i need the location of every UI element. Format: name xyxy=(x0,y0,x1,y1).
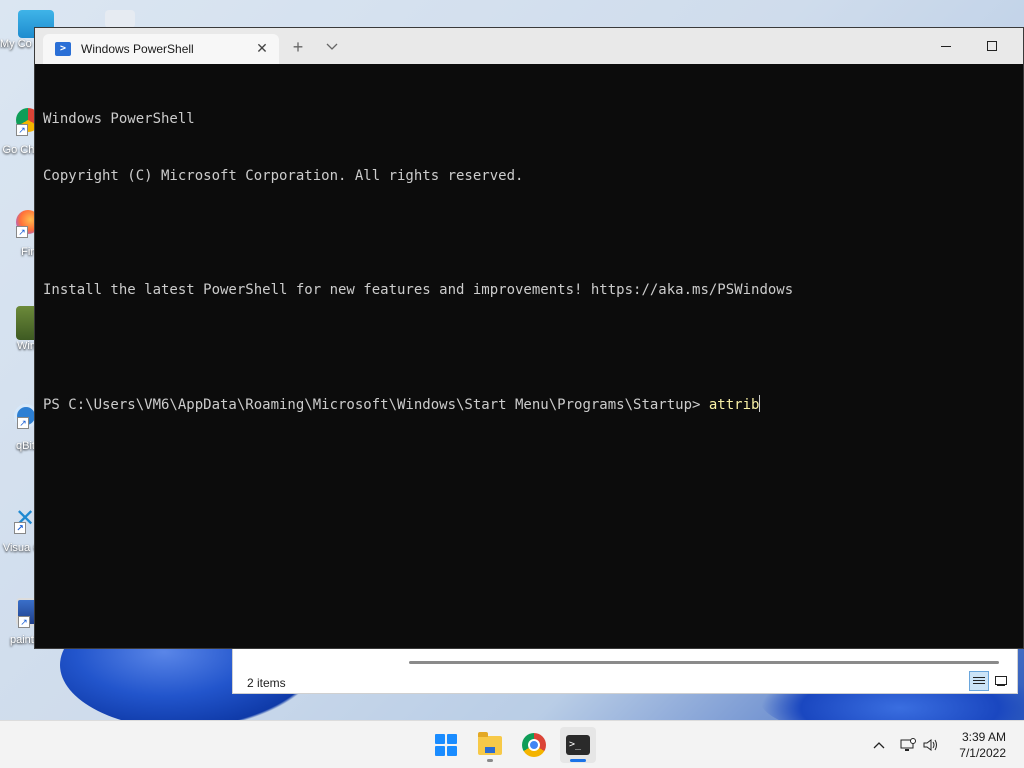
system-tray xyxy=(868,721,942,768)
details-view-button[interactable] xyxy=(969,671,989,691)
vscode-icon: ✕ ↗ xyxy=(14,505,36,534)
shortcut-arrow-icon: ↗ xyxy=(16,124,28,136)
details-view-icon xyxy=(973,677,985,684)
shortcut-arrow-icon: ↗ xyxy=(14,522,26,534)
file-explorer-taskbar-button[interactable] xyxy=(472,727,508,763)
tab-windows-powershell[interactable]: > Windows PowerShell ✕ xyxy=(43,34,279,64)
powershell-icon: > xyxy=(55,42,71,56)
console-output[interactable]: Windows PowerShell Copyright (C) Microso… xyxy=(43,72,1015,640)
explorer-status-text: 2 items xyxy=(247,676,286,690)
tab-title: Windows PowerShell xyxy=(81,42,194,56)
minimize-button[interactable] xyxy=(923,28,969,64)
shortcut-arrow-icon: ↗ xyxy=(16,226,28,238)
chrome-taskbar-button[interactable] xyxy=(516,727,552,763)
chevron-up-icon xyxy=(873,742,885,749)
maximize-icon xyxy=(987,41,997,51)
command-input[interactable]: attrib xyxy=(709,397,760,413)
title-bar[interactable]: > Windows PowerShell ✕ + xyxy=(35,28,1023,64)
prompt-text: PS C:\Users\VM6\AppData\Roaming\Microsof… xyxy=(43,397,709,413)
file-icon xyxy=(105,10,135,28)
taskbar: >_ 3:39 AM 7/1/2022 xyxy=(0,720,1024,768)
horizontal-scrollbar[interactable] xyxy=(409,661,999,664)
large-icons-view-button[interactable] xyxy=(991,671,1011,691)
chevron-down-icon xyxy=(326,43,338,50)
console-line: Copyright (C) Microsoft Corporation. All… xyxy=(43,168,524,184)
tab-dropdown-button[interactable] xyxy=(320,36,344,58)
maximize-button[interactable] xyxy=(969,28,1015,64)
volume-icon xyxy=(923,739,937,751)
minimize-icon xyxy=(941,45,951,47)
file-explorer-icon xyxy=(478,731,502,755)
network-icon xyxy=(900,738,916,751)
new-tab-button[interactable]: + xyxy=(286,36,310,58)
console-line: Windows PowerShell xyxy=(43,111,195,127)
powershell-window[interactable]: > Windows PowerShell ✕ + Windows PowerSh… xyxy=(34,27,1024,649)
large-icons-view-icon xyxy=(995,676,1007,686)
close-tab-button[interactable]: ✕ xyxy=(255,41,269,55)
file-explorer-window: 2 items xyxy=(232,648,1018,694)
shortcut-arrow-icon: ↗ xyxy=(17,417,29,429)
running-indicator xyxy=(487,759,493,762)
start-button[interactable] xyxy=(428,727,464,763)
shortcut-arrow-icon: ↗ xyxy=(18,616,30,628)
show-hidden-icons-button[interactable] xyxy=(868,734,890,756)
chrome-icon xyxy=(522,733,546,757)
network-button[interactable] xyxy=(896,734,920,756)
terminal-icon: >_ xyxy=(566,735,590,755)
prompt-line[interactable]: PS C:\Users\VM6\AppData\Roaming\Microsof… xyxy=(43,395,1015,414)
clock-date: 7/1/2022 xyxy=(959,746,1006,760)
start-icon xyxy=(435,734,457,756)
active-indicator xyxy=(570,759,586,762)
clock[interactable]: 3:39 AM 7/1/2022 xyxy=(959,729,1006,761)
clock-time: 3:39 AM xyxy=(961,730,1006,744)
volume-button[interactable] xyxy=(920,734,942,756)
console-line: Install the latest PowerShell for new fe… xyxy=(43,282,794,298)
text-cursor xyxy=(759,395,761,412)
terminal-taskbar-button[interactable]: >_ xyxy=(560,727,596,763)
desktop-icon-file[interactable] xyxy=(100,10,140,28)
